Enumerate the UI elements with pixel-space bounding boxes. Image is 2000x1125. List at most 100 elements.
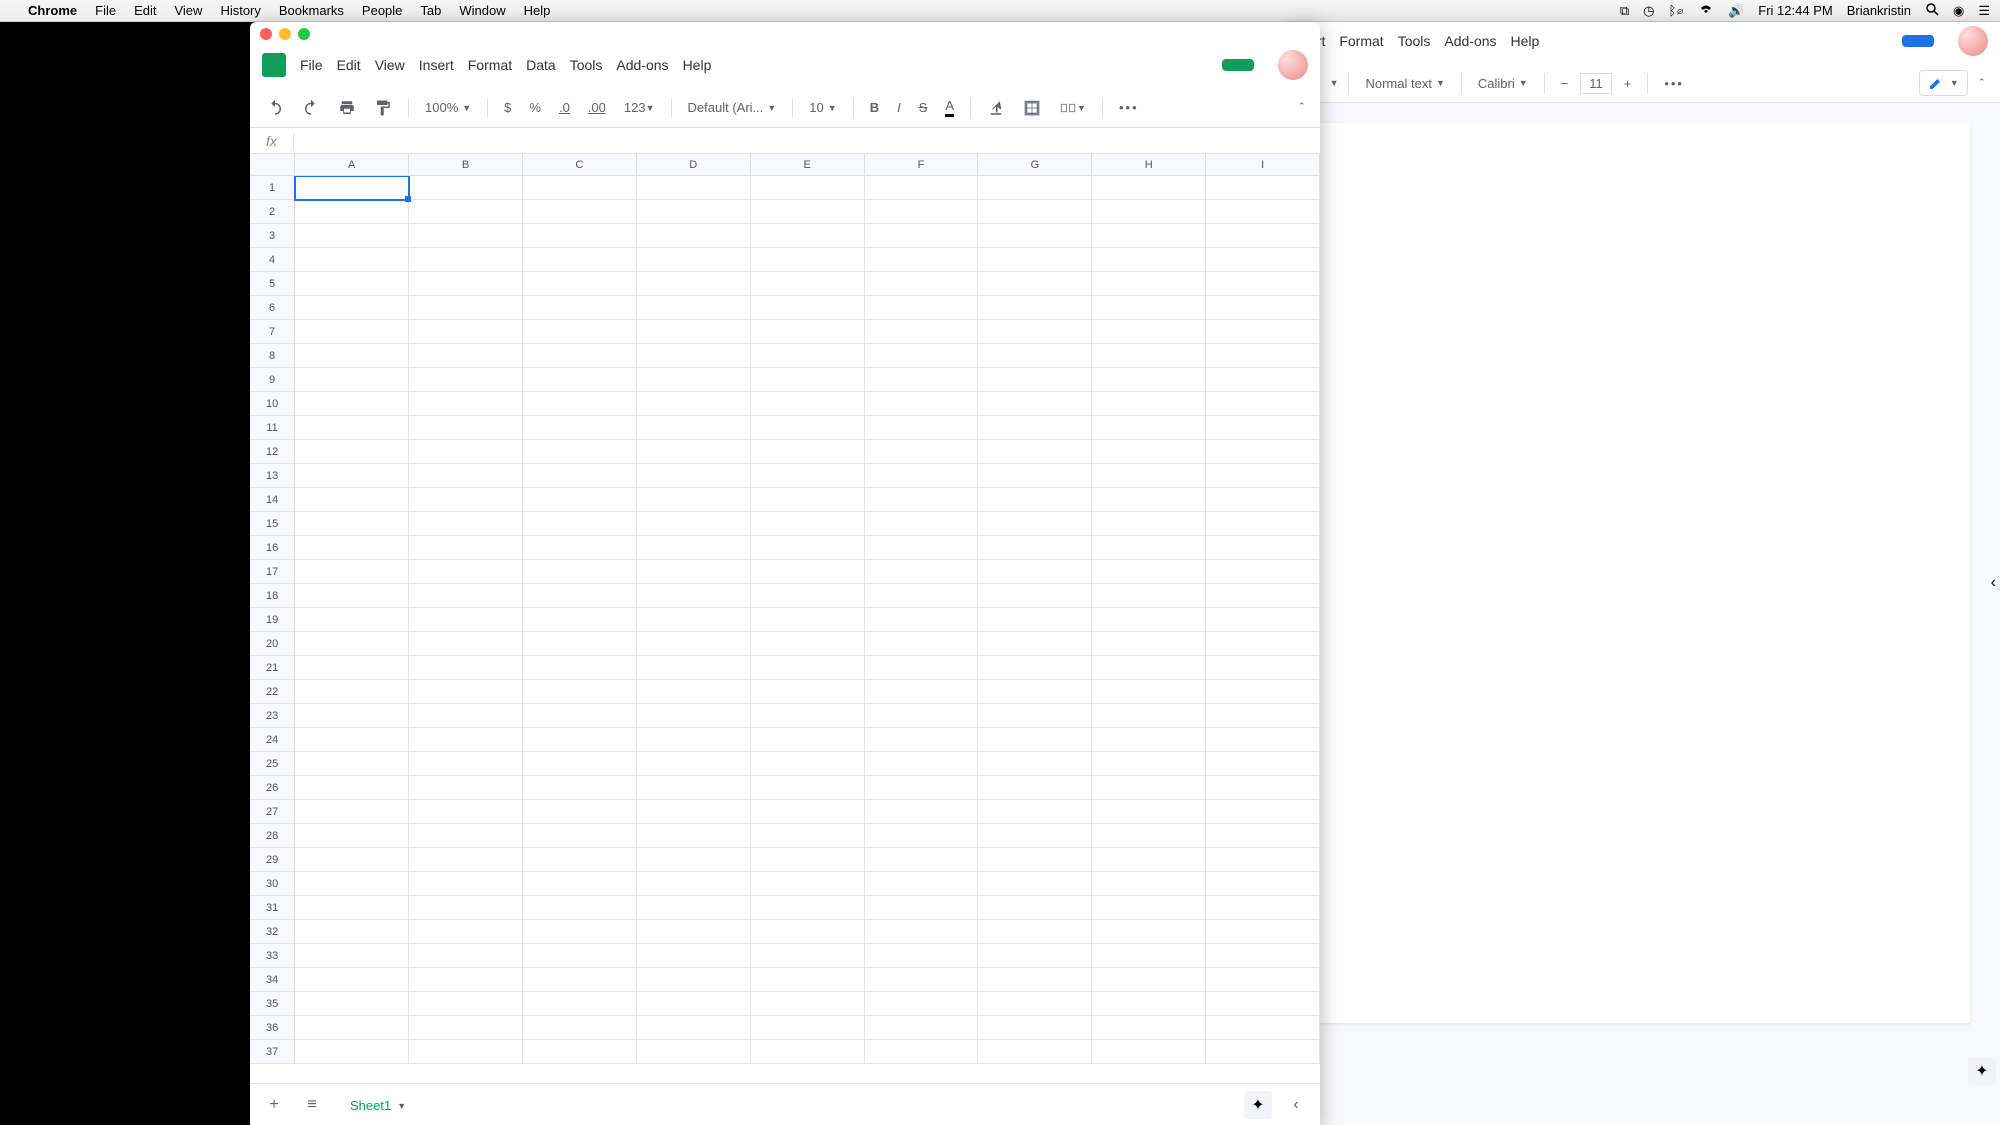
cell[interactable] [1206,272,1320,296]
cell[interactable] [295,416,409,440]
cell[interactable] [751,512,865,536]
cell[interactable] [637,704,751,728]
cell[interactable] [1092,224,1206,248]
cell[interactable] [978,752,1092,776]
cell[interactable] [409,992,523,1016]
cell[interactable] [523,464,637,488]
sheets-menu-insert[interactable]: Insert [419,57,454,73]
col-header[interactable]: A [295,154,409,176]
cell[interactable] [523,440,637,464]
docs-share-button[interactable] [1902,35,1934,47]
cell[interactable] [295,728,409,752]
cell[interactable] [637,728,751,752]
cell[interactable] [295,344,409,368]
cell[interactable] [751,848,865,872]
row-header[interactable]: 7 [250,320,295,344]
cell[interactable] [409,392,523,416]
cell[interactable] [751,248,865,272]
cell[interactable] [1206,416,1320,440]
row-header[interactable]: 30 [250,872,295,896]
cell[interactable] [1206,200,1320,224]
cell[interactable] [637,344,751,368]
cell[interactable] [751,320,865,344]
cell[interactable] [751,704,865,728]
fx-icon[interactable]: fx [250,133,294,149]
docs-paragraph-style[interactable]: Normal text ▼ [1359,74,1450,93]
text-color-icon[interactable]: A [939,94,960,121]
cell[interactable] [409,968,523,992]
cell[interactable] [295,968,409,992]
cell[interactable] [865,344,979,368]
cell[interactable] [751,584,865,608]
cell[interactable] [751,752,865,776]
col-header[interactable]: F [865,154,979,176]
cell[interactable] [865,320,979,344]
cell[interactable] [523,656,637,680]
cell[interactable] [978,656,1092,680]
volume-icon[interactable]: 🔊 [1728,3,1744,19]
cell[interactable] [751,200,865,224]
cell[interactable] [865,704,979,728]
select-all-corner[interactable] [250,154,295,176]
cell[interactable] [865,368,979,392]
docs-avatar[interactable] [1958,26,1988,56]
cell[interactable] [409,272,523,296]
menu-history[interactable]: History [220,3,260,18]
cell[interactable] [409,464,523,488]
cell[interactable] [1092,200,1206,224]
paint-format-icon[interactable] [368,95,398,121]
sheets-logo-icon[interactable] [262,53,286,77]
cell[interactable] [295,224,409,248]
cell[interactable] [865,296,979,320]
row-header[interactable]: 11 [250,416,295,440]
cell[interactable] [523,344,637,368]
menu-bookmarks[interactable]: Bookmarks [279,3,344,18]
cell[interactable] [523,944,637,968]
row-header[interactable]: 28 [250,824,295,848]
cell[interactable] [1206,776,1320,800]
cell[interactable] [1206,848,1320,872]
cell[interactable] [1206,944,1320,968]
docs-fontsize-inc[interactable]: + [1618,72,1638,95]
cell[interactable] [1206,632,1320,656]
cell[interactable] [637,872,751,896]
cell[interactable] [295,536,409,560]
cell[interactable] [1206,344,1320,368]
cell[interactable] [523,680,637,704]
cell[interactable] [978,296,1092,320]
cell[interactable] [1206,704,1320,728]
row-header[interactable]: 2 [250,200,295,224]
cell[interactable] [865,872,979,896]
spotlight-icon[interactable] [1925,2,1939,19]
cell[interactable] [978,680,1092,704]
cell[interactable] [295,752,409,776]
cell[interactable] [751,944,865,968]
cell[interactable] [978,800,1092,824]
dropbox-icon[interactable]: ⧉ [1620,3,1629,19]
cell[interactable] [865,560,979,584]
cell[interactable] [978,320,1092,344]
sheet-tab[interactable]: Sheet1 ▼ [336,1088,420,1121]
cell[interactable] [978,344,1092,368]
cell[interactable] [523,872,637,896]
cell[interactable] [1206,824,1320,848]
col-header[interactable]: C [523,154,637,176]
cell[interactable] [409,800,523,824]
cell[interactable] [637,656,751,680]
cell[interactable] [751,416,865,440]
cell[interactable] [637,272,751,296]
menu-people[interactable]: People [362,3,402,18]
sheets-avatar[interactable] [1278,50,1308,80]
cell[interactable] [637,176,751,200]
cell[interactable] [637,416,751,440]
cell[interactable] [637,488,751,512]
cell[interactable] [1092,632,1206,656]
cell[interactable] [751,968,865,992]
row-header[interactable]: 27 [250,800,295,824]
col-header[interactable]: B [409,154,523,176]
row-header[interactable]: 20 [250,632,295,656]
cell[interactable] [409,656,523,680]
cell[interactable] [751,992,865,1016]
cell[interactable] [865,272,979,296]
cell[interactable] [637,248,751,272]
